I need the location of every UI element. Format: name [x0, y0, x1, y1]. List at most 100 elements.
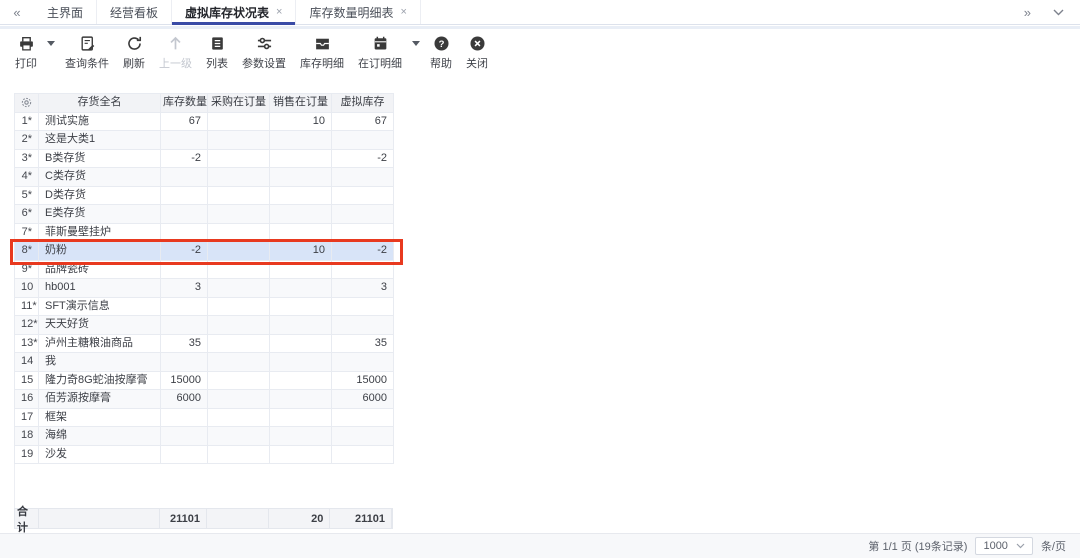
- cell-row-number: 11*: [15, 297, 39, 316]
- cell-row-number: 3*: [15, 149, 39, 168]
- cell-purchase-on-order: [208, 408, 270, 427]
- cell-sales-on-order: [270, 408, 332, 427]
- tab-overflow-icon[interactable]: »: [1024, 5, 1031, 20]
- parameter-settings-button[interactable]: 参数设置: [235, 33, 293, 73]
- list-view-button[interactable]: 列表: [199, 33, 235, 73]
- cell-virtual-stock: 6000: [332, 390, 394, 409]
- close-button[interactable]: 关闭: [459, 33, 495, 73]
- table-row[interactable]: 11*SFT演示信息: [15, 297, 394, 316]
- cell-purchase-on-order: [208, 279, 270, 298]
- table-row[interactable]: 10hb00133: [15, 279, 394, 298]
- tab-main[interactable]: 主界面: [34, 0, 97, 24]
- cell-item-name: 天天好货: [39, 316, 161, 335]
- cell-stock-qty: 6000: [161, 390, 208, 409]
- print-dropdown[interactable]: [44, 33, 58, 46]
- cell-item-name: C类存货: [39, 168, 161, 187]
- table-row[interactable]: 19沙发: [15, 445, 394, 464]
- help-icon: ?: [433, 35, 450, 52]
- table-row[interactable]: 3*B类存货-2-2: [15, 149, 394, 168]
- cell-item-name: hb001: [39, 279, 161, 298]
- cell-purchase-on-order: [208, 149, 270, 168]
- table-row[interactable]: 16佰芳源按摩膏60006000: [15, 390, 394, 409]
- cell-sales-on-order: 10: [270, 112, 332, 131]
- tab-virtual-inventory-report[interactable]: 虚拟库存状况表 ×: [172, 0, 296, 24]
- table-row[interactable]: 18海绵: [15, 427, 394, 446]
- collapse-tabs-icon[interactable]: «: [0, 0, 34, 24]
- cell-item-name: 海绵: [39, 427, 161, 446]
- cell-item-name: E类存货: [39, 205, 161, 224]
- tab-dashboard[interactable]: 经营看板: [97, 0, 172, 24]
- cell-item-name: 隆力奇8G蛇油按摩膏: [39, 371, 161, 390]
- column-header-virtual-stock[interactable]: 虚拟库存: [332, 94, 394, 113]
- table-row[interactable]: 4*C类存货: [15, 168, 394, 187]
- cell-purchase-on-order: [208, 390, 270, 409]
- on-order-detail-dropdown[interactable]: [409, 33, 423, 46]
- button-label: 关闭: [466, 55, 488, 71]
- tab-inventory-qty-detail-report[interactable]: 库存数量明细表 ×: [296, 0, 420, 24]
- chevron-down-icon: [412, 41, 420, 46]
- column-header-stock-qty[interactable]: 库存数量: [161, 94, 208, 113]
- cell-row-number: 8*: [15, 242, 39, 261]
- print-button[interactable]: 打印: [8, 33, 44, 73]
- refresh-icon: [126, 35, 143, 52]
- cell-item-name: 这是大类1: [39, 131, 161, 150]
- cell-row-number: 17: [15, 408, 39, 427]
- column-header-sales-on-order[interactable]: 销售在订量: [270, 94, 332, 113]
- tab-close-icon[interactable]: ×: [401, 6, 407, 18]
- cell-virtual-stock: [332, 353, 394, 372]
- up-level-button[interactable]: 上一级: [152, 33, 199, 73]
- status-bar: 第 1/1 页 (19条记录) 1000 条/页: [0, 533, 1080, 558]
- button-label: 刷新: [123, 55, 145, 71]
- table-row[interactable]: 6*E类存货: [15, 205, 394, 224]
- cell-stock-qty: 35: [161, 334, 208, 353]
- table-row[interactable]: 14我: [15, 353, 394, 372]
- table-row[interactable]: 9*品牌瓷砖: [15, 260, 394, 279]
- column-header-purchase-on-order[interactable]: 采购在订量: [208, 94, 270, 113]
- cell-purchase-on-order: [208, 205, 270, 224]
- cell-sales-on-order: [270, 223, 332, 242]
- virtual-inventory-table: 存货全名 库存数量 采购在订量 销售在订量 虚拟库存 1*测试实施6710672…: [14, 93, 394, 464]
- cell-sales-on-order: [270, 445, 332, 464]
- table-row[interactable]: 17框架: [15, 408, 394, 427]
- cell-purchase-on-order: [208, 223, 270, 242]
- table-header-row: 存货全名 库存数量 采购在订量 销售在订量 虚拟库存: [15, 94, 394, 113]
- inventory-box-icon: [314, 35, 331, 52]
- table-row[interactable]: 12*天天好货: [15, 316, 394, 335]
- cell-virtual-stock: -2: [332, 149, 394, 168]
- help-button[interactable]: ? 帮助: [423, 33, 459, 73]
- tab-close-icon[interactable]: ×: [276, 6, 282, 18]
- cell-virtual-stock: [332, 223, 394, 242]
- table-row[interactable]: 5*D类存货: [15, 186, 394, 205]
- cell-sales-on-order: [270, 334, 332, 353]
- tab-menu-chevron-icon[interactable]: [1053, 3, 1064, 21]
- column-header-item-name[interactable]: 存货全名: [39, 94, 161, 113]
- cell-row-number: 5*: [15, 186, 39, 205]
- table-row[interactable]: 13*泸州主糖粮油商品3535: [15, 334, 394, 353]
- table-row[interactable]: 15隆力奇8G蛇油按摩膏1500015000: [15, 371, 394, 390]
- cell-virtual-stock: [332, 186, 394, 205]
- arrow-up-icon: [167, 35, 184, 52]
- table-row[interactable]: 2*这是大类1: [15, 131, 394, 150]
- page-size-select[interactable]: 1000: [975, 537, 1032, 555]
- cell-virtual-stock: [332, 445, 394, 464]
- totals-label: 合计: [15, 509, 39, 528]
- button-label: 帮助: [430, 55, 452, 71]
- on-order-detail-button[interactable]: 在订明细: [351, 33, 409, 73]
- cell-stock-qty: [161, 427, 208, 446]
- cell-item-name: 佰芳源按摩膏: [39, 390, 161, 409]
- button-label: 库存明细: [300, 55, 344, 71]
- cell-virtual-stock: [332, 316, 394, 335]
- table-row[interactable]: 8*奶粉-210-2: [15, 242, 394, 261]
- cell-sales-on-order: [270, 427, 332, 446]
- refresh-button[interactable]: 刷新: [116, 33, 152, 73]
- cell-virtual-stock: 67: [332, 112, 394, 131]
- cell-stock-qty: -2: [161, 242, 208, 261]
- column-settings-button[interactable]: [15, 94, 39, 113]
- inventory-detail-button[interactable]: 库存明细: [293, 33, 351, 73]
- table-row[interactable]: 7*菲斯曼壁挂炉: [15, 223, 394, 242]
- table-row[interactable]: 1*测试实施671067: [15, 112, 394, 131]
- cell-virtual-stock: 3: [332, 279, 394, 298]
- cell-stock-qty: [161, 316, 208, 335]
- query-conditions-button[interactable]: 查询条件: [58, 33, 116, 73]
- cell-row-number: 4*: [15, 168, 39, 187]
